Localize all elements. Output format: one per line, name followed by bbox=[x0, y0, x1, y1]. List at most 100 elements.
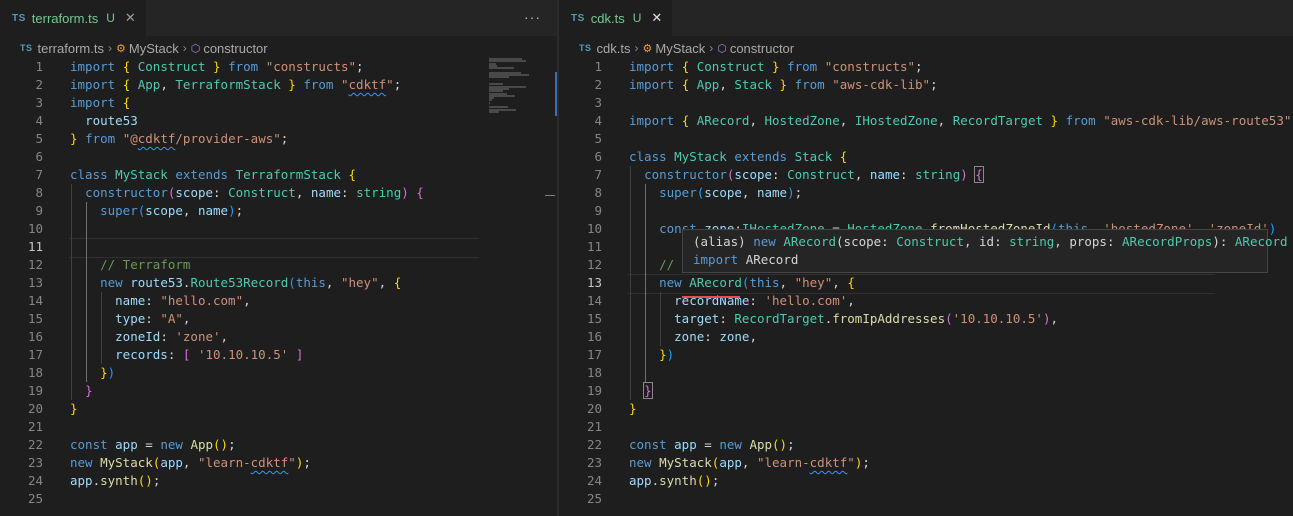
code-line: 8 super(scope, name); bbox=[559, 184, 1293, 202]
code-token: Construct bbox=[896, 234, 964, 249]
code-token: " bbox=[847, 455, 855, 470]
code-token: Route53Record bbox=[190, 275, 289, 290]
code-line: 17 }) bbox=[559, 346, 1293, 364]
code-token: } bbox=[772, 59, 788, 74]
code-token: this bbox=[295, 275, 326, 290]
code-editor-left[interactable]: 1 import { Construct } from "constructs";… bbox=[0, 58, 557, 516]
code-editor-right[interactable]: 1 import { Construct } from "constructs";… bbox=[559, 58, 1293, 516]
close-icon[interactable]: ✕ bbox=[651, 10, 662, 26]
left-tab-bar: TS terraform.ts U ✕ ··· bbox=[0, 0, 557, 36]
line-number: 19 bbox=[586, 383, 602, 398]
line-number: 12 bbox=[27, 257, 43, 272]
code-token: from bbox=[228, 59, 266, 74]
close-icon[interactable]: ✕ bbox=[125, 10, 136, 26]
minimap[interactable] bbox=[487, 58, 545, 118]
code-line: 14 recordName: 'hello.com', bbox=[559, 292, 1293, 310]
breadcrumb-member[interactable]: constructor bbox=[730, 41, 794, 56]
code-line: 4 import { ARecord, HostedZone, IHostedZo… bbox=[559, 112, 1293, 130]
code-token: "A" bbox=[160, 311, 183, 326]
code-token: , bbox=[839, 113, 855, 128]
breadcrumb-member[interactable]: constructor bbox=[203, 41, 267, 56]
overview-ruler-mark bbox=[545, 195, 555, 196]
line-number: 4 bbox=[594, 113, 602, 128]
code-token: app bbox=[70, 473, 93, 488]
line-number: 22 bbox=[586, 437, 602, 452]
code-token: Construct bbox=[228, 185, 296, 200]
code-token: ; bbox=[235, 203, 244, 218]
breadcrumb: TS terraform.ts › ⚙ MyStack › ⬡ construc… bbox=[20, 40, 268, 56]
code-token: const bbox=[629, 437, 675, 452]
code-token: ; bbox=[794, 185, 803, 200]
code-token: // Terraform bbox=[100, 257, 191, 272]
code-text: }) bbox=[629, 346, 674, 364]
code-token: , bbox=[847, 293, 855, 308]
right-tab-bar: TS cdk.ts U ✕ bbox=[559, 0, 1293, 36]
more-actions-icon[interactable]: ··· bbox=[524, 9, 541, 25]
code-token: name bbox=[197, 203, 229, 218]
code-text: route53 bbox=[70, 112, 138, 130]
line-number: 16 bbox=[586, 329, 602, 344]
code-token: = bbox=[704, 437, 720, 452]
code-text: new MyStack(app, "learn-cdktf"); bbox=[629, 454, 870, 472]
code-token: , bbox=[1050, 311, 1059, 326]
code-token: "hey" bbox=[794, 275, 833, 290]
code-text: } bbox=[629, 382, 653, 400]
breadcrumb-file[interactable]: terraform.ts bbox=[38, 41, 104, 56]
code-line: 16 zoneId: 'zone', bbox=[0, 328, 557, 346]
code-line: 25 bbox=[0, 490, 557, 508]
code-token: } bbox=[70, 401, 78, 416]
code-token: zone bbox=[719, 329, 750, 344]
code-line: 24 app.synth(); bbox=[559, 472, 1293, 490]
hover-tooltip: (alias) new ARecord(scope: Construct, id… bbox=[682, 229, 1288, 273]
code-line: 24 app.synth(); bbox=[0, 472, 557, 490]
breadcrumb-file[interactable]: cdk.ts bbox=[597, 41, 631, 56]
tab-terraform-ts[interactable]: TS terraform.ts U ✕ bbox=[0, 0, 147, 36]
code-text: import { Construct } from "constructs"; bbox=[629, 58, 923, 76]
code-token: , bbox=[182, 203, 198, 218]
line-number: 14 bbox=[586, 293, 602, 308]
code-token: string bbox=[356, 185, 402, 200]
code-token: , bbox=[854, 167, 870, 182]
code-token: new bbox=[659, 275, 690, 290]
minimap-line bbox=[489, 110, 500, 113]
code-line: 16 zone: zone, bbox=[559, 328, 1293, 346]
code-line: 7 constructor(scope: Construct, name: st… bbox=[559, 166, 1293, 184]
code-token: Stack bbox=[794, 149, 840, 164]
code-token: /provider-aws" bbox=[175, 131, 281, 146]
code-token: scope bbox=[145, 203, 183, 218]
code-token: . bbox=[92, 473, 101, 488]
code-token: extends bbox=[175, 167, 236, 182]
code-line: 3 bbox=[559, 94, 1293, 112]
tab-cdk-ts[interactable]: TS cdk.ts U ✕ bbox=[559, 0, 674, 36]
code-token: [ bbox=[182, 347, 198, 362]
code-token: : bbox=[145, 311, 161, 326]
code-token: , bbox=[719, 77, 735, 92]
line-number: 11 bbox=[27, 239, 43, 254]
code-line: 1 import { Construct } from "constructs"; bbox=[559, 58, 1293, 76]
code-token: , bbox=[749, 329, 757, 344]
code-token: ) bbox=[107, 365, 116, 380]
minimap-line bbox=[489, 76, 509, 79]
code-text: app.synth(); bbox=[629, 472, 719, 490]
line-number: 3 bbox=[35, 95, 43, 110]
code-token: from bbox=[787, 59, 825, 74]
code-token: import bbox=[70, 95, 123, 110]
line-number: 24 bbox=[27, 473, 43, 488]
code-token: Construct bbox=[137, 59, 214, 74]
code-text: zone: zone, bbox=[629, 328, 757, 346]
line-number: 18 bbox=[586, 365, 602, 380]
code-text: } bbox=[629, 400, 637, 418]
breadcrumb-class[interactable]: MyStack bbox=[129, 41, 179, 56]
code-token: ; bbox=[915, 59, 923, 74]
code-token: string bbox=[1009, 234, 1055, 249]
code-token: import bbox=[629, 113, 682, 128]
code-token: MyStack bbox=[100, 455, 153, 470]
code-text: target: RecordTarget.fromIpAddresses('10… bbox=[629, 310, 1058, 328]
code-text: class MyStack extends TerraformStack { bbox=[70, 166, 356, 184]
breadcrumb-class[interactable]: MyStack bbox=[655, 41, 705, 56]
code-token: , bbox=[937, 113, 953, 128]
code-text: new MyStack(app, "learn-cdktf"); bbox=[70, 454, 311, 472]
